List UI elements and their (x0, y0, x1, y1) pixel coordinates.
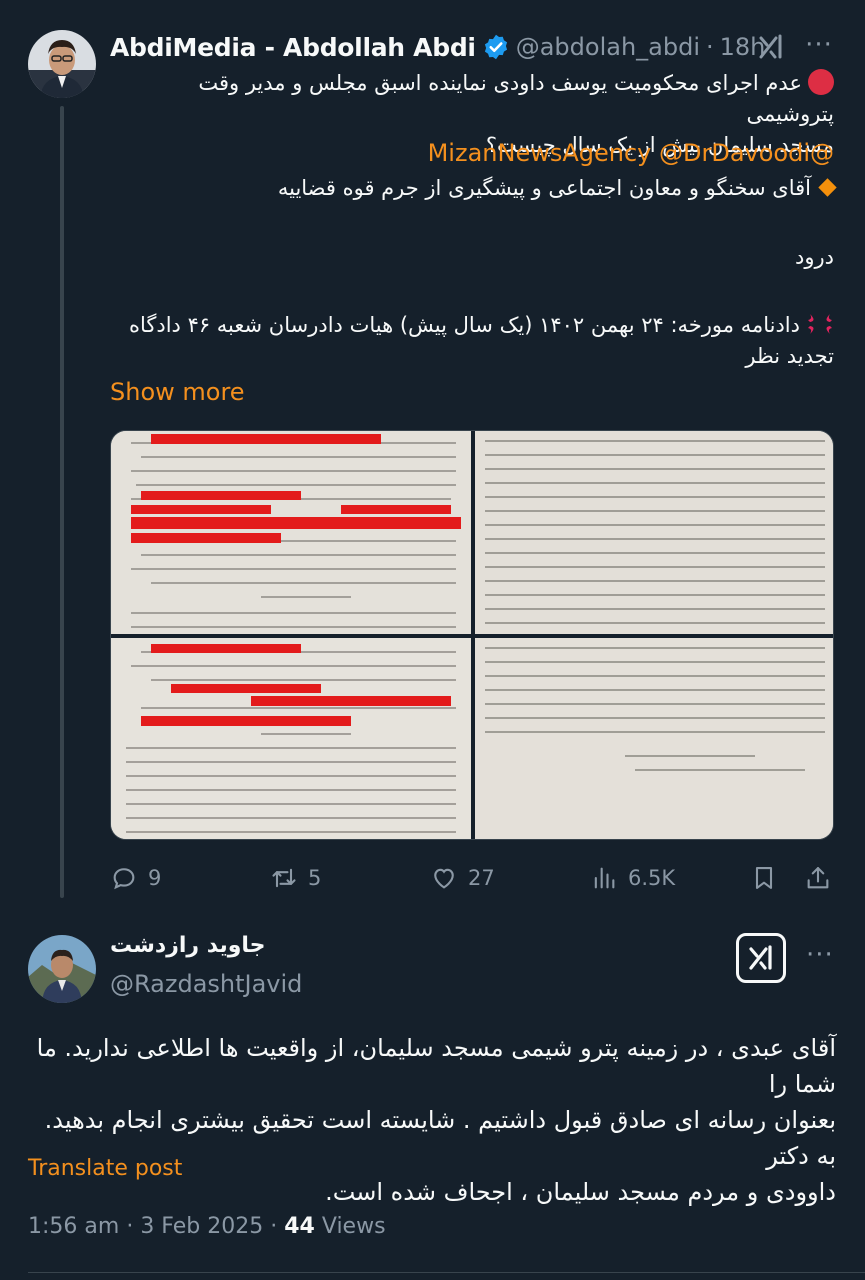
reply-icon (113, 868, 135, 890)
meta-separator: · (706, 33, 714, 61)
timestamp-separator-1: · (126, 1214, 134, 1239)
thread-connector-line (60, 106, 64, 898)
timestamp-separator-2: · (270, 1214, 278, 1239)
reply-time[interactable]: 1:56 am (28, 1214, 119, 1239)
court-document-page-4[interactable] (475, 638, 833, 839)
reply-timestamp: 1:56 am · 3 Feb 2025 · 44 Views (28, 1214, 386, 1239)
media-grid (110, 430, 834, 840)
like-button[interactable]: 27 (430, 860, 495, 896)
bookmark-button[interactable] (750, 860, 778, 896)
post-line-1: عدم اجرای محکومیت یوسف داودی نماینده اسب… (110, 68, 834, 130)
view-count: 6.5K (628, 866, 676, 890)
court-document-page-2[interactable] (475, 431, 833, 634)
more-options-icon[interactable]: ··· (802, 30, 836, 64)
red-circle-emoji-icon (808, 69, 834, 95)
court-document-page-1[interactable] (111, 431, 471, 634)
share-icon (807, 867, 829, 889)
anger-symbol-emoji-icon (806, 310, 834, 338)
analytics-icon (594, 867, 615, 889)
reply-author-handle[interactable]: @RazdashtJavid (110, 970, 302, 998)
verdict-line-2: تجدید نظر (745, 344, 834, 368)
reply-body: آقای عبدی ، در زمینه پترو شیمی مسجد سلیم… (28, 1030, 836, 1210)
reply-views-count: 44 (284, 1214, 315, 1239)
reply-button[interactable]: 9 (110, 860, 161, 896)
verified-badge-icon[interactable] (482, 33, 510, 61)
heart-icon (434, 868, 454, 889)
repost-count: 5 (308, 866, 322, 890)
reply-more-options-icon[interactable]: ··· (806, 940, 834, 970)
post-header: AbdiMedia - Abdollah Abdi @abdolah_abdi … (110, 30, 765, 64)
post-action-bar: 9 5 27 6.5K (110, 860, 834, 896)
bookmark-icon (755, 867, 773, 889)
grok-icon[interactable] (754, 30, 788, 64)
mentions-line: @MizanNewsAgency @DrDavoodi (110, 138, 834, 170)
grok-boxed-icon[interactable] (736, 933, 786, 983)
author-handle[interactable]: @abdolah_abdi (516, 33, 700, 61)
author-avatar[interactable] (28, 30, 96, 98)
reply-author-name[interactable]: جاوید رازدشت (110, 933, 266, 958)
post-line-1-text: عدم اجرای محکومیت یوسف داودی نماینده اسب… (198, 71, 834, 126)
reply-count: 9 (148, 866, 162, 890)
reply-views-label: Views (321, 1214, 386, 1239)
like-count: 27 (468, 866, 495, 890)
mention-links[interactable]: @MizanNewsAgency @DrDavoodi (428, 139, 834, 167)
share-button[interactable] (804, 860, 832, 896)
addressee-line: آقای سخنگو و معاون اجتماعی و پیشگیری از … (110, 173, 837, 204)
repost-button[interactable]: 5 (270, 860, 321, 896)
court-document-page-3[interactable] (111, 638, 471, 839)
verdict-line-1: دادنامه مورخه: ۲۴ بهمن ۱۴۰۲ (یک سال پیش)… (128, 313, 800, 337)
reply-author-avatar[interactable] (28, 935, 96, 1003)
author-name[interactable]: AbdiMedia - Abdollah Abdi (110, 33, 476, 62)
verdict-paragraph: دادنامه مورخه: ۲۴ بهمن ۱۴۰۲ (یک سال پیش)… (110, 310, 834, 372)
addressee-text: آقای سخنگو و معاون اجتماعی و پیشگیری از … (277, 176, 811, 200)
repost-icon (272, 868, 296, 888)
orange-diamond-emoji-icon (818, 178, 837, 197)
show-more-link[interactable]: Show more (110, 378, 245, 406)
translate-post-link[interactable]: Translate post (28, 1156, 182, 1181)
bottom-divider (28, 1272, 865, 1273)
views-button[interactable]: 6.5K (590, 860, 675, 896)
greeting-line: درود (795, 245, 834, 269)
reply-line-1: آقای عبدی ، در زمینه پترو شیمی مسجد سلیم… (36, 1034, 836, 1098)
reply-date[interactable]: 3 Feb 2025 (140, 1214, 263, 1239)
